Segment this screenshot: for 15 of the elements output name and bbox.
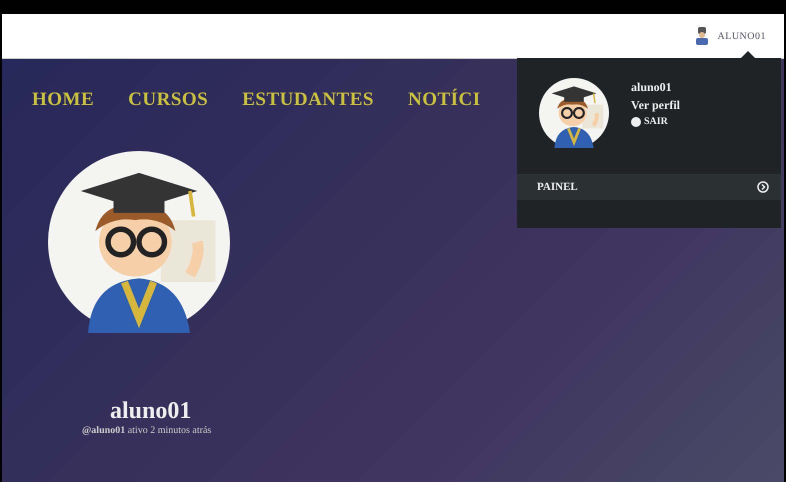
power-icon [631,116,641,126]
graduate-avatar-drawing [539,78,609,148]
profile-name: aluno01 [110,398,192,425]
nav-link[interactable]: ESTUDANTES [242,89,374,111]
nav-link[interactable]: CURSOS [128,89,208,111]
panel-link[interactable]: PAINEL [537,181,578,193]
menu-username: aluno01 [631,80,673,95]
username-menu-button[interactable]: ALUNO01 [718,30,766,42]
user-icon [694,27,710,45]
nav-link[interactable]: NOTÍCI [408,89,481,111]
view-profile-link[interactable]: Ver perfil [631,98,680,113]
logout-link[interactable]: SAIR [644,116,668,127]
profile-status: @aluno01 ativo 2 minutos atrás [82,425,212,436]
nav-link[interactable]: HOME [32,89,94,111]
chevron-circle-icon [757,181,769,193]
